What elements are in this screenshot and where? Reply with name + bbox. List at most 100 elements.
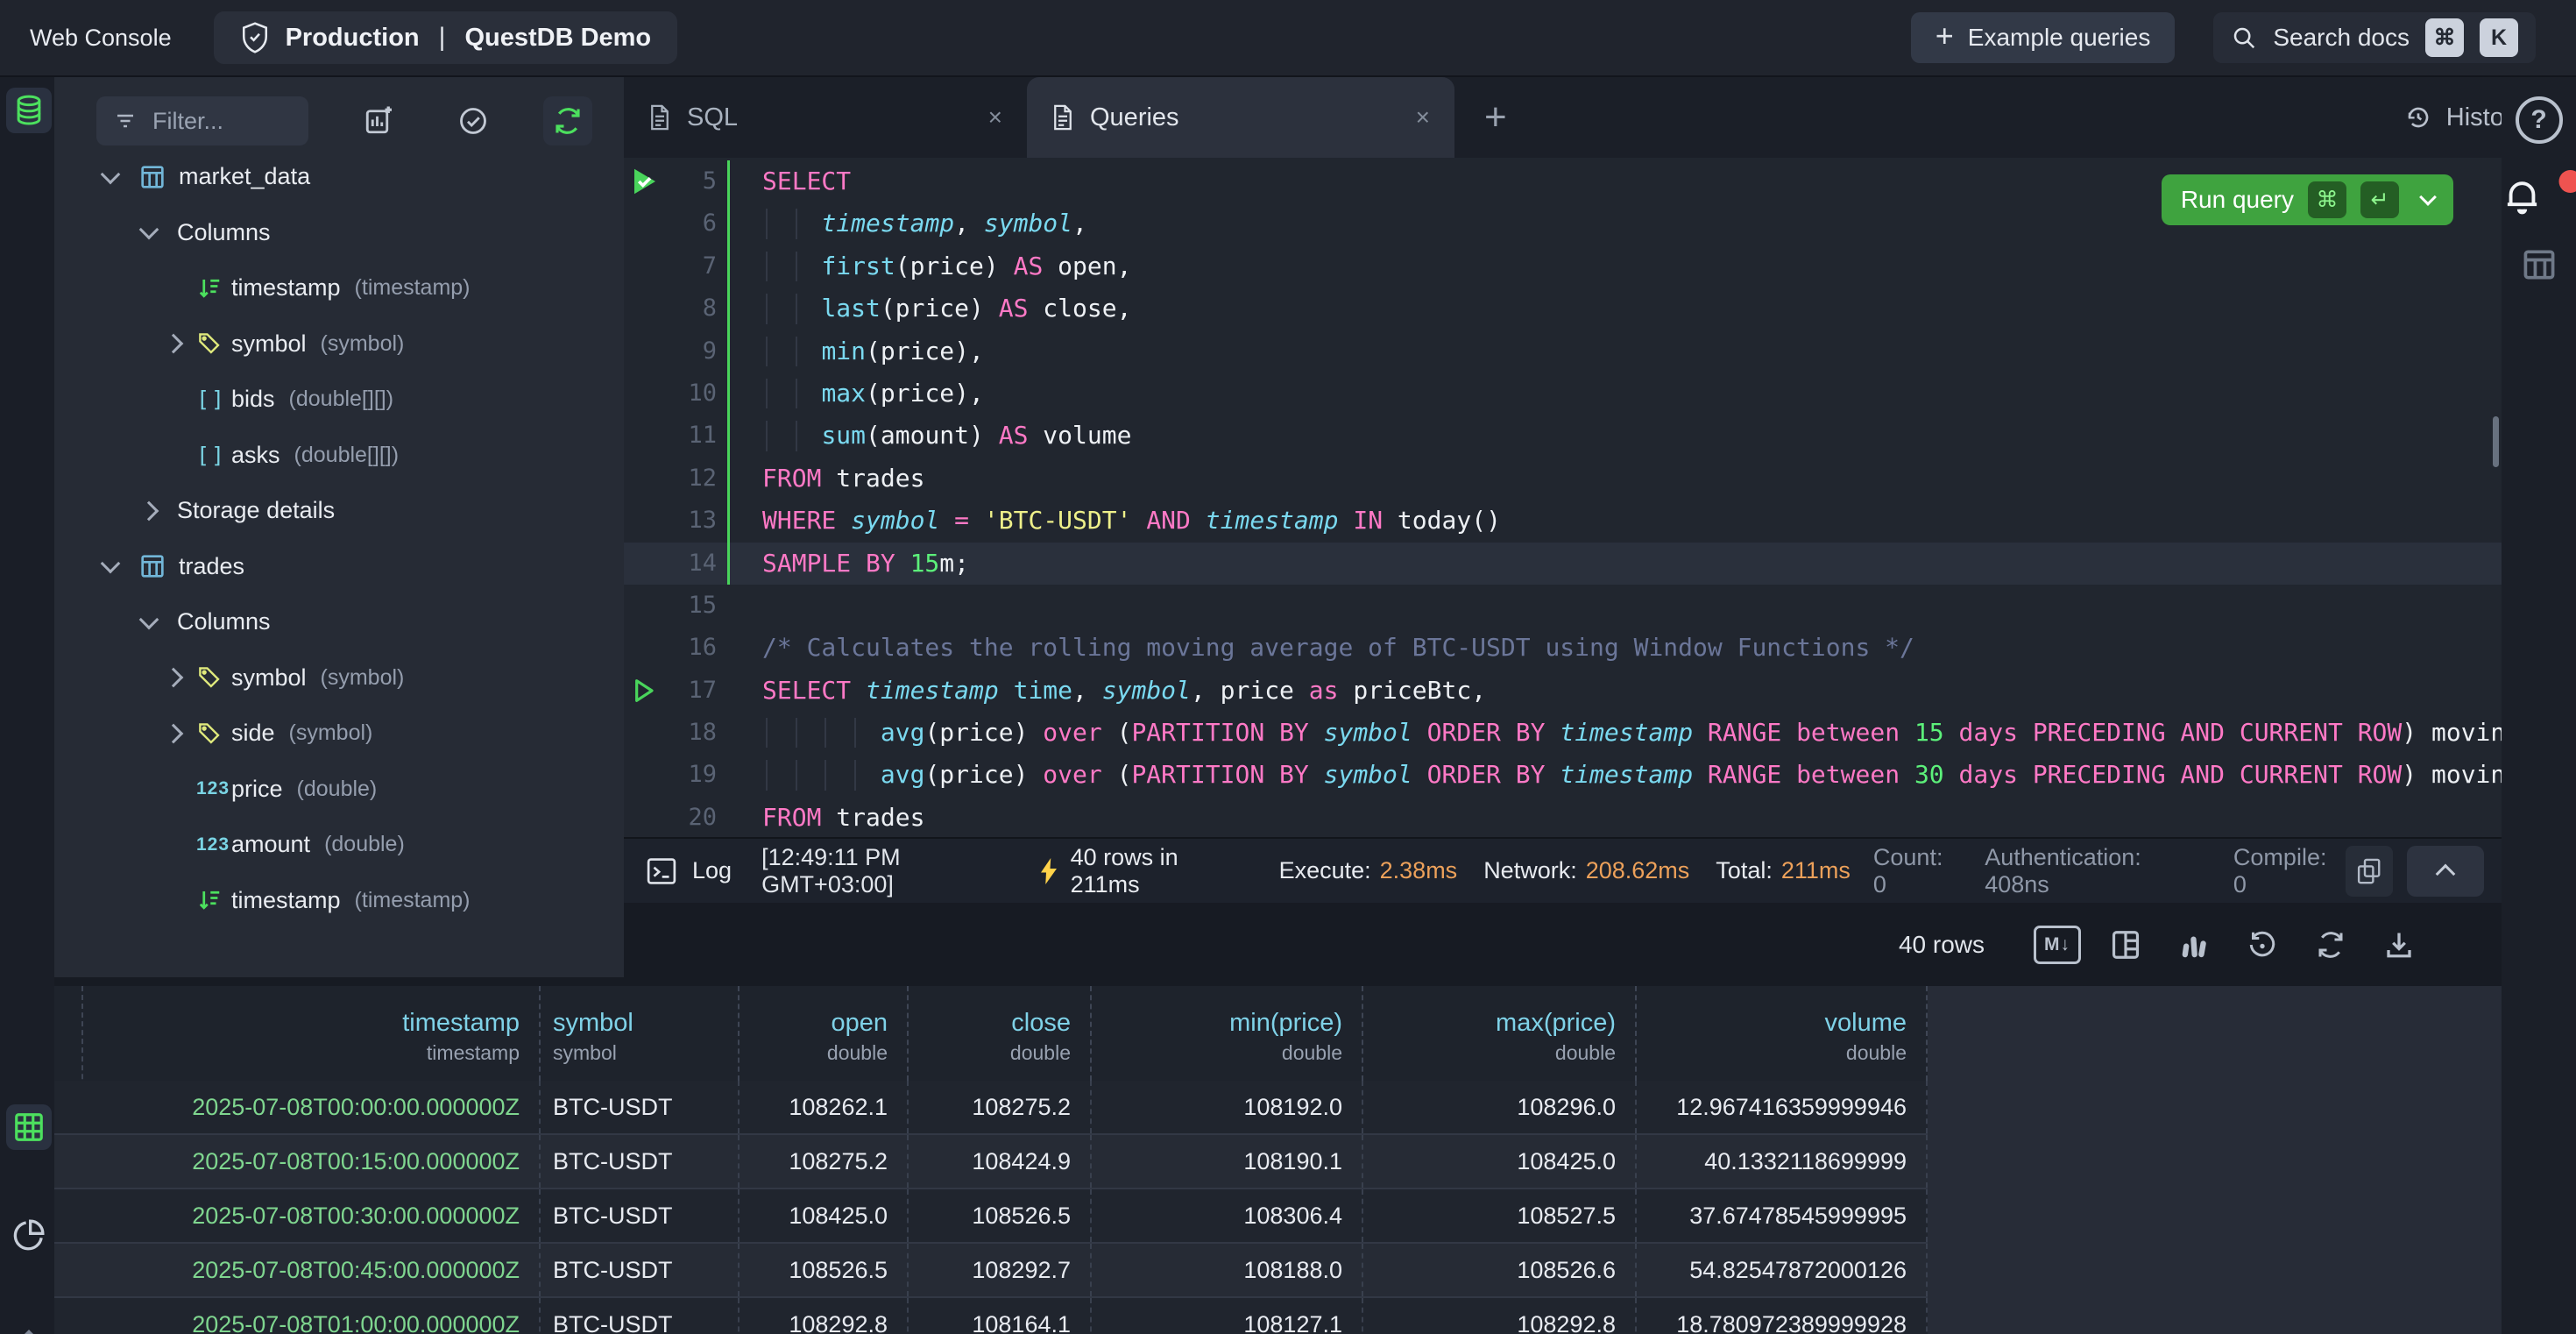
column-header-timestamp[interactable]: timestamptimestamp (54, 986, 541, 1081)
sql-editor[interactable]: 5SELECT6 timestamp, symbol,7 first(price… (624, 158, 2502, 837)
tab-sql[interactable]: SQL × (624, 77, 1027, 158)
notifications-button[interactable] (2502, 175, 2576, 217)
column-header-open[interactable]: opendouble (740, 986, 909, 1081)
code-line[interactable]: 19 avg(price) over (PARTITION BY symbol … (624, 754, 2502, 796)
table-row[interactable]: 2025-07-08T00:45:00.000000Z BTC-USDT 108… (54, 1244, 1928, 1298)
pie-chart-view-button[interactable] (6, 1212, 52, 1258)
tree-item-columns[interactable]: Columns (54, 205, 624, 261)
code-area[interactable]: 5SELECT6 timestamp, symbol,7 first(price… (624, 158, 2502, 837)
collapse-log-button[interactable] (2407, 846, 2484, 897)
help-button[interactable]: ? (2516, 96, 2563, 144)
column-header-close[interactable]: closedouble (909, 986, 1092, 1081)
import-button[interactable] (6, 1320, 52, 1334)
chevron-right-icon[interactable] (139, 500, 159, 521)
grafana-button[interactable] (2169, 919, 2219, 970)
tree-item-symbol[interactable]: symbol (symbol) (54, 316, 624, 373)
markdown-export-button[interactable]: M↓ (2032, 919, 2083, 970)
tree-item-storage-details[interactable]: Storage details (54, 483, 624, 539)
chevron-right-icon[interactable] (164, 668, 184, 688)
editor-gutter: 12 (624, 458, 727, 500)
tree-item-asks[interactable]: [] asks (double[][]) (54, 428, 624, 484)
table-row[interactable]: 2025-07-08T01:00:00.000000Z BTC-USDT 108… (54, 1298, 1928, 1334)
refresh-results-button[interactable] (2305, 919, 2356, 970)
tree-item-market_data[interactable]: market_data (54, 149, 624, 205)
add-metrics-button[interactable] (354, 96, 403, 145)
code-line[interactable]: 7 first(price) AS open, (624, 245, 2502, 287)
line-number: 16 (624, 627, 727, 669)
column-header-volume[interactable]: volumedouble (1637, 986, 1928, 1081)
schema-tree: market_data Columns timestamp (timestamp… (54, 149, 624, 977)
restore-query-button[interactable] (2237, 919, 2288, 970)
code-line[interactable]: 11 sum(amount) AS volume (624, 415, 2502, 457)
download-results-button[interactable] (2374, 919, 2424, 970)
tree-item-amount[interactable]: 123 amount (double) (54, 817, 624, 873)
copy-log-button[interactable] (2346, 846, 2393, 897)
tree-item-timestamp[interactable]: timestamp (timestamp) (54, 873, 624, 929)
chevron-down-icon[interactable] (2419, 188, 2437, 206)
code-line[interactable]: 12FROM trades (624, 458, 2502, 500)
code-line[interactable]: 10 max(price), (624, 373, 2502, 415)
table-row[interactable]: 2025-07-08T00:15:00.000000Z BTC-USDT 108… (54, 1135, 1928, 1189)
new-tab-button[interactable]: + (1484, 98, 1507, 137)
tree-item-timestamp[interactable]: timestamp (timestamp) (54, 260, 624, 316)
code-line[interactable]: 13WHERE symbol = 'BTC-USDT' AND timestam… (624, 500, 2502, 542)
line-number: 10 (624, 373, 727, 415)
line-number: 7 (624, 245, 727, 287)
filter-input-box[interactable] (96, 96, 308, 145)
layout-columns-button[interactable] (2100, 919, 2151, 970)
code-line[interactable]: 20FROM trades (624, 797, 2502, 837)
indent-guide (854, 760, 856, 790)
sidebar-header (54, 77, 624, 154)
run-line-icon[interactable] (629, 677, 657, 705)
tree-item-symbol[interactable]: symbol (symbol) (54, 650, 624, 706)
example-queries-button[interactable]: + Example queries (1911, 12, 2176, 63)
tree-item-price[interactable]: 123 price (double) (54, 762, 624, 818)
tab-queries[interactable]: Queries × (1027, 77, 1454, 158)
environment-pill[interactable]: Production | QuestDB Demo (214, 11, 678, 64)
tree-item-trades[interactable]: trades (54, 539, 624, 595)
metric-network: Network:208.62ms (1483, 857, 1689, 884)
terminal-icon (647, 857, 676, 885)
indent-guide (796, 379, 797, 408)
code-line[interactable]: 16/* Calculates the rolling moving avera… (624, 627, 2502, 669)
code-line[interactable]: 15 (624, 585, 2502, 627)
query-success-icon[interactable] (629, 166, 661, 197)
close-icon[interactable]: × (988, 103, 1002, 131)
filter-input[interactable] (151, 107, 277, 136)
indent-guide (766, 337, 768, 366)
table-row[interactable]: 2025-07-08T00:00:00.000000Z BTC-USDT 108… (54, 1081, 1928, 1135)
editor-scrollbar[interactable] (2493, 416, 2499, 467)
refresh-schema-button[interactable] (543, 96, 592, 145)
code-line[interactable]: 14SAMPLE BY 15m; (624, 543, 2502, 585)
close-icon[interactable]: × (1416, 103, 1430, 131)
grid-view-icon (12, 1110, 46, 1144)
select-tables-button[interactable] (449, 96, 498, 145)
tree-item-bids[interactable]: [] bids (double[][]) (54, 372, 624, 428)
chevron-down-icon[interactable] (101, 164, 121, 184)
table-panel-button[interactable] (2520, 245, 2558, 284)
column-header-min-price[interactable]: min(price)double (1092, 986, 1363, 1081)
column-header-max-price[interactable]: max(price)double (1363, 986, 1637, 1081)
tree-item-columns[interactable]: Columns (54, 594, 624, 650)
chevron-down-icon[interactable] (139, 220, 159, 240)
tree-item-side[interactable]: side (symbol) (54, 706, 624, 762)
database-nav-button[interactable] (6, 88, 52, 133)
chevron-right-icon[interactable] (164, 723, 184, 743)
table-row[interactable]: 2025-07-08T00:30:00.000000Z BTC-USDT 108… (54, 1189, 1928, 1244)
code-line[interactable]: 9 min(price), (624, 330, 2502, 373)
code-line[interactable]: 8 last(price) AS close, (624, 287, 2502, 330)
top-bar-actions: + Example queries Search docs ⌘ K (1911, 12, 2536, 63)
column-header-symbol[interactable]: symbolsymbol (541, 986, 740, 1081)
search-docs-button[interactable]: Search docs ⌘ K (2213, 12, 2536, 63)
history-icon (2404, 103, 2432, 131)
plus-icon: + (1936, 20, 1954, 52)
chevron-down-icon[interactable] (101, 554, 121, 574)
run-query-button[interactable]: Run query ⌘ ↵ (2162, 174, 2453, 225)
chevron-right-icon[interactable] (164, 334, 184, 354)
chevron-down-icon[interactable] (139, 609, 159, 629)
grid-view-button[interactable] (6, 1104, 52, 1150)
code-line[interactable]: 17SELECT timestamp time, symbol, price a… (624, 670, 2502, 712)
help-icon: ? (2516, 96, 2563, 144)
code-line[interactable]: 18 avg(price) over (PARTITION BY symbol … (624, 712, 2502, 754)
kbd-cmd: ⌘ (2308, 181, 2346, 218)
